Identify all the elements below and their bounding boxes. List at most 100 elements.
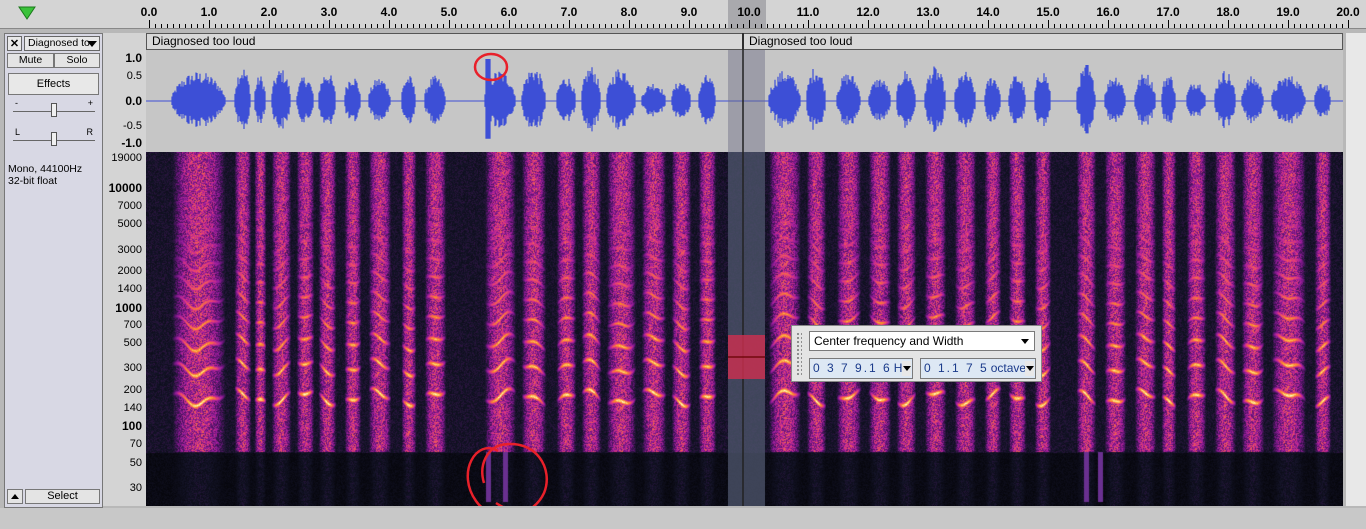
ruler-minor-tick xyxy=(814,24,815,28)
waveform-view[interactable] xyxy=(146,50,1343,152)
ruler-minor-tick xyxy=(167,24,168,28)
ruler-minor-tick xyxy=(659,24,660,28)
ruler-minor-tick xyxy=(1324,24,1325,28)
collapse-track-button[interactable] xyxy=(7,489,23,504)
ruler-minor-tick xyxy=(323,24,324,28)
chevron-down-icon[interactable] xyxy=(1025,361,1034,376)
ruler-minor-tick xyxy=(1318,24,1319,28)
ruler-minor-tick xyxy=(341,24,342,28)
ruler-tick-label: 13.0 xyxy=(916,5,940,19)
close-track-button[interactable]: ✕ xyxy=(7,36,22,51)
center-frequency-value: 0 3 7 9.1 6 xyxy=(813,361,892,375)
ruler-minor-tick xyxy=(737,24,738,28)
gain-plus-label: + xyxy=(87,98,93,108)
spectral-mode-select[interactable]: Center frequency and Width xyxy=(809,331,1035,351)
ruler-minor-tick xyxy=(1042,24,1043,28)
ruler-major-tick xyxy=(509,20,510,28)
ruler-minor-tick xyxy=(892,24,893,28)
gain-slider[interactable]: - + xyxy=(13,98,95,118)
effects-button[interactable]: Effects xyxy=(8,73,99,95)
ruler-minor-tick xyxy=(551,24,552,28)
ruler-major-tick xyxy=(629,20,630,28)
ruler-minor-tick xyxy=(1024,24,1025,28)
pan-slider[interactable]: L R xyxy=(13,127,95,147)
frequency-scale-label: 3000 xyxy=(117,244,142,256)
ruler-minor-tick xyxy=(191,24,192,28)
play-head-icon[interactable] xyxy=(16,5,38,21)
spectral-mode-value: Center frequency and Width xyxy=(814,334,964,348)
ruler-minor-tick xyxy=(803,24,804,28)
solo-button[interactable]: Solo xyxy=(54,53,100,68)
clip-header-2[interactable]: Diagnosed too loud xyxy=(743,33,1343,50)
gain-slider-thumb[interactable] xyxy=(51,103,57,117)
mute-button[interactable]: Mute xyxy=(7,53,54,68)
frequency-scale-label: 10000 xyxy=(108,181,142,195)
ruler-minor-tick xyxy=(1294,24,1295,28)
ruler-major-tick xyxy=(389,20,390,28)
bandwidth-field[interactable]: 0 1.1 7 5 octaves xyxy=(920,358,1036,379)
ruler-major-tick xyxy=(569,20,570,28)
clip-header-1[interactable]: Diagnosed too loud xyxy=(146,33,743,50)
ruler-minor-tick xyxy=(281,24,282,28)
ruler-minor-tick xyxy=(215,24,216,28)
ruler-tick-label: 5.0 xyxy=(440,5,458,19)
horizontal-scrollbar[interactable] xyxy=(0,508,1366,529)
chevron-down-icon[interactable] xyxy=(902,361,911,376)
timeline-ruler[interactable]: 0.0 1.0 2.0 3.0 4.0 5.0 6.0 7.0 8.0 9.0 10.0 11.0 12… xyxy=(0,0,1366,29)
ruler-minor-tick xyxy=(1120,24,1121,28)
ruler-tick-label: 18.0 xyxy=(1216,5,1240,19)
waveform-scale-label: 1.0 xyxy=(125,51,142,65)
ruler-minor-tick xyxy=(779,24,780,28)
ruler-minor-tick xyxy=(976,24,977,28)
ruler-minor-tick xyxy=(904,24,905,28)
frequency-scale-label: 70 xyxy=(129,438,142,450)
toolbar-grip-handle[interactable] xyxy=(796,332,802,376)
ruler-minor-tick xyxy=(886,24,887,28)
spectral-selection-toolbar: Center frequency and Width 0 3 7 9.1 6Hz… xyxy=(791,325,1042,382)
vertical-scrollbar[interactable] xyxy=(1346,33,1366,506)
ruler-minor-tick xyxy=(455,24,456,28)
ruler-minor-tick xyxy=(767,24,768,28)
select-track-button[interactable]: Select xyxy=(25,489,100,504)
ruler-minor-tick xyxy=(593,24,594,28)
ruler-minor-tick xyxy=(1174,24,1175,28)
ruler-minor-tick xyxy=(934,24,935,28)
ruler-minor-tick xyxy=(1102,24,1103,28)
center-frequency-field[interactable]: 0 3 7 9.1 6Hz xyxy=(809,358,913,379)
ruler-minor-tick xyxy=(413,24,414,28)
gain-minus-label: - xyxy=(15,98,18,108)
ruler-tick-label: 20.0 xyxy=(1336,5,1360,19)
track-title-row: ✕ Diagnosed to xyxy=(7,36,100,51)
ruler-minor-tick xyxy=(611,24,612,28)
ruler-minor-tick xyxy=(1132,24,1133,28)
track-clip-area[interactable]: Diagnosed too loud Diagnosed too loud xyxy=(146,33,1343,506)
ruler-tick-label: 11.0 xyxy=(796,5,820,19)
ruler-minor-tick xyxy=(731,24,732,28)
bandwidth-value: 0 1.1 7 5 xyxy=(924,361,989,375)
pan-left-label: L xyxy=(15,127,21,137)
ruler-minor-tick xyxy=(862,24,863,28)
ruler-minor-tick xyxy=(850,24,851,28)
pan-slider-thumb[interactable] xyxy=(51,132,57,146)
ruler-minor-tick xyxy=(491,24,492,28)
ruler-minor-tick xyxy=(467,24,468,28)
ruler-minor-tick xyxy=(1084,24,1085,28)
ruler-minor-tick xyxy=(437,24,438,28)
ruler-minor-tick xyxy=(419,24,420,28)
ruler-minor-tick xyxy=(161,24,162,28)
ruler-minor-tick xyxy=(383,24,384,28)
ruler-minor-tick xyxy=(677,24,678,28)
ruler-minor-tick xyxy=(1240,24,1241,28)
ruler-minor-tick xyxy=(1030,24,1031,28)
ruler-minor-tick xyxy=(1216,24,1217,28)
ruler-minor-tick xyxy=(263,24,264,28)
track-name-dropdown[interactable]: Diagnosed to xyxy=(24,36,100,51)
vertical-ruler[interactable]: 1.0 0.5 0.0 -0.5 -1.0 19000 10000 7000 5000 3000… xyxy=(103,33,146,506)
ruler-tick-label: 7.0 xyxy=(560,5,578,19)
ruler-minor-tick xyxy=(1000,24,1001,28)
ruler-minor-tick xyxy=(838,24,839,28)
ruler-minor-tick xyxy=(479,24,480,28)
ruler-minor-tick xyxy=(755,24,756,28)
spectrogram-view[interactable] xyxy=(146,152,1343,506)
ruler-minor-tick xyxy=(797,24,798,28)
